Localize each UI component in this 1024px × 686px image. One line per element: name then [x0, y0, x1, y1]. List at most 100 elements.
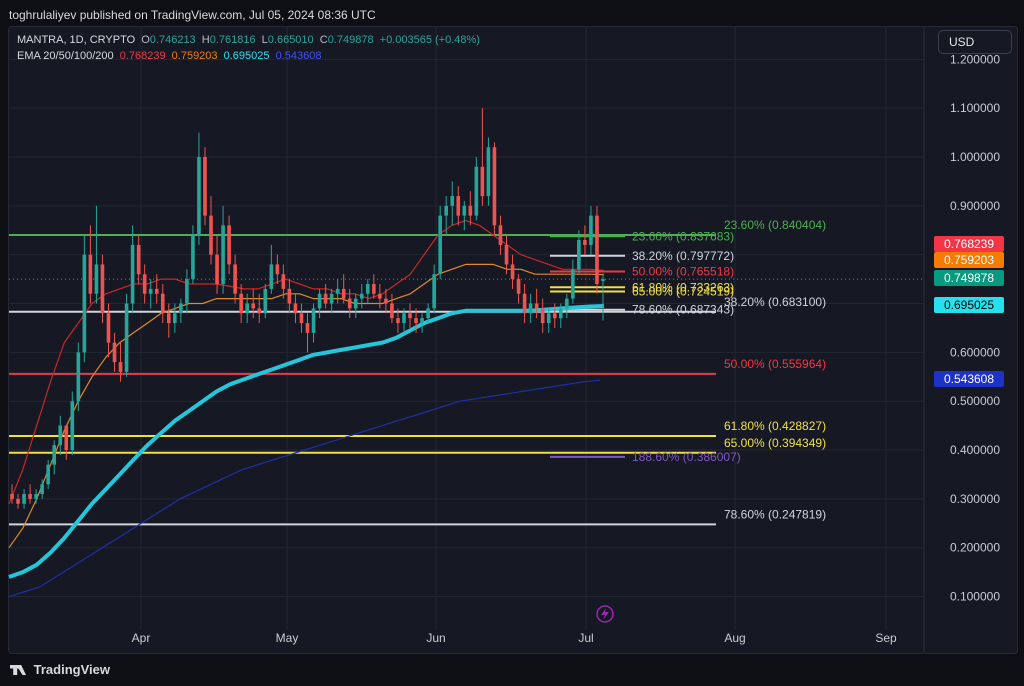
candle-body: [100, 264, 105, 314]
candle-body: [420, 318, 424, 324]
candle-body: [197, 157, 201, 236]
candle-body: [112, 342, 117, 363]
ema100-line: [8, 304, 605, 579]
candle-body: [462, 205, 467, 216]
x-tick-label: Jun: [426, 631, 445, 645]
fib-short-label: 78.60% (0.687343): [632, 303, 734, 317]
high-label: H: [201, 34, 210, 46]
price-chart[interactable]: 23.60% (0.840404) 38.20% (0.683100) 50.00%…: [0, 0, 1024, 686]
low-value: 0.665010: [267, 34, 314, 46]
candle-body: [335, 288, 340, 294]
symbol-legend: MANTRA, 1D, CRYPTO O0.746213 H0.761816 L…: [17, 34, 483, 46]
price-label-text: 0.695025: [944, 298, 994, 312]
candle-body: [390, 303, 394, 319]
candle-body: [148, 288, 153, 294]
candle-body: [16, 498, 20, 504]
flash-icon[interactable]: [596, 605, 614, 623]
candle-body: [130, 244, 135, 304]
candle-body: [311, 308, 316, 333]
tv-logo-text: TradingView: [33, 662, 110, 677]
candle-body: [540, 308, 545, 324]
candle-body: [565, 298, 569, 309]
candle-body: [577, 240, 581, 270]
price-label-text: 0.543608: [944, 372, 994, 386]
candle-body: [293, 303, 298, 314]
candle-body: [40, 484, 44, 494]
candle-body: [504, 244, 509, 265]
candle-body: [28, 493, 32, 499]
candle-body: [546, 313, 551, 324]
currency-button[interactable]: USD: [938, 30, 1012, 54]
candle-body: [106, 313, 111, 343]
candle-body: [257, 308, 262, 314]
candle-body: [203, 157, 207, 216]
open-value: 0.746213: [149, 34, 196, 46]
fib-short-label: 65.00% (0.724519): [632, 285, 734, 299]
candle-body: [233, 264, 237, 294]
candle-body: [396, 318, 400, 324]
candle-body: [88, 254, 93, 294]
fib-label: 61.80% (0.428827): [724, 419, 826, 433]
y-tick-label: 0.400000: [950, 443, 1000, 457]
candle-body: [516, 279, 521, 294]
ema50-value: 0.759203: [171, 50, 218, 62]
candle-body: [124, 303, 129, 372]
fib-short-label: 23.60% (0.837683): [632, 229, 734, 243]
candle-body: [432, 274, 436, 309]
fib-label: 50.00% (0.555964): [724, 357, 826, 371]
candle-body: [601, 279, 605, 281]
x-tick-label: Apr: [132, 631, 151, 645]
candle-body: [46, 464, 50, 485]
candle-body: [534, 303, 539, 309]
y-tick-label: 1.000000: [950, 150, 1000, 164]
candle-body: [215, 254, 219, 284]
candle-body: [263, 288, 268, 314]
price-label-text: 0.768239: [944, 237, 994, 251]
candle-body: [142, 274, 147, 294]
candle-body: [299, 313, 304, 324]
candle-body: [70, 401, 75, 451]
candle-body: [359, 293, 364, 299]
candle-body: [372, 283, 376, 294]
price-labels: 0.768239 0.759203 0.749878 0.695025 0.543608: [934, 236, 1004, 387]
fib-short-label: 38.20% (0.797772): [632, 249, 734, 263]
candle-body: [438, 215, 442, 275]
candle-body: [191, 235, 195, 280]
y-tick-label: 0.300000: [950, 492, 1000, 506]
candle-body: [239, 293, 243, 314]
candle-body: [468, 205, 473, 216]
candle-body: [275, 264, 280, 275]
candle-body: [353, 298, 358, 309]
ema200-value: 0.543608: [275, 50, 322, 62]
candle-body: [378, 293, 382, 299]
candle-body: [94, 264, 99, 294]
symbol-name: MANTRA, 1D, CRYPTO: [17, 34, 136, 46]
candle-body: [329, 293, 334, 304]
tv-logo-icon: [10, 665, 26, 675]
app-frame: toghrulaliyev published on TradingView.c…: [0, 0, 1024, 686]
candle-body: [209, 215, 213, 255]
ema50-line: [8, 263, 605, 549]
candle-body: [10, 493, 14, 499]
candle-body: [486, 147, 491, 197]
tradingview-logo[interactable]: TradingView: [10, 662, 110, 677]
candle-body: [245, 303, 250, 314]
candle-body: [136, 244, 141, 275]
fib-short-label: 188.60% (0.386007): [632, 450, 741, 464]
candle-body: [341, 288, 346, 299]
axes: 1.2000001.1000001.0000000.9000000.800000…: [132, 52, 1001, 645]
fib-label: 78.60% (0.247819): [724, 507, 826, 521]
candle-body: [221, 225, 225, 284]
ema200-line: [8, 379, 601, 598]
candle-body: [118, 362, 123, 372]
x-tick-label: Jul: [578, 631, 593, 645]
candle-body: [160, 293, 165, 314]
candle-body: [82, 254, 87, 353]
chart-grid: [9, 27, 925, 652]
y-tick-label: 1.200000: [950, 52, 1000, 66]
x-tick-label: Sep: [875, 631, 897, 645]
ema-label: EMA 20/50/100/200: [17, 50, 114, 62]
y-tick-label: 0.600000: [950, 345, 1000, 359]
candle-body: [227, 225, 231, 265]
candle-body: [474, 166, 479, 216]
